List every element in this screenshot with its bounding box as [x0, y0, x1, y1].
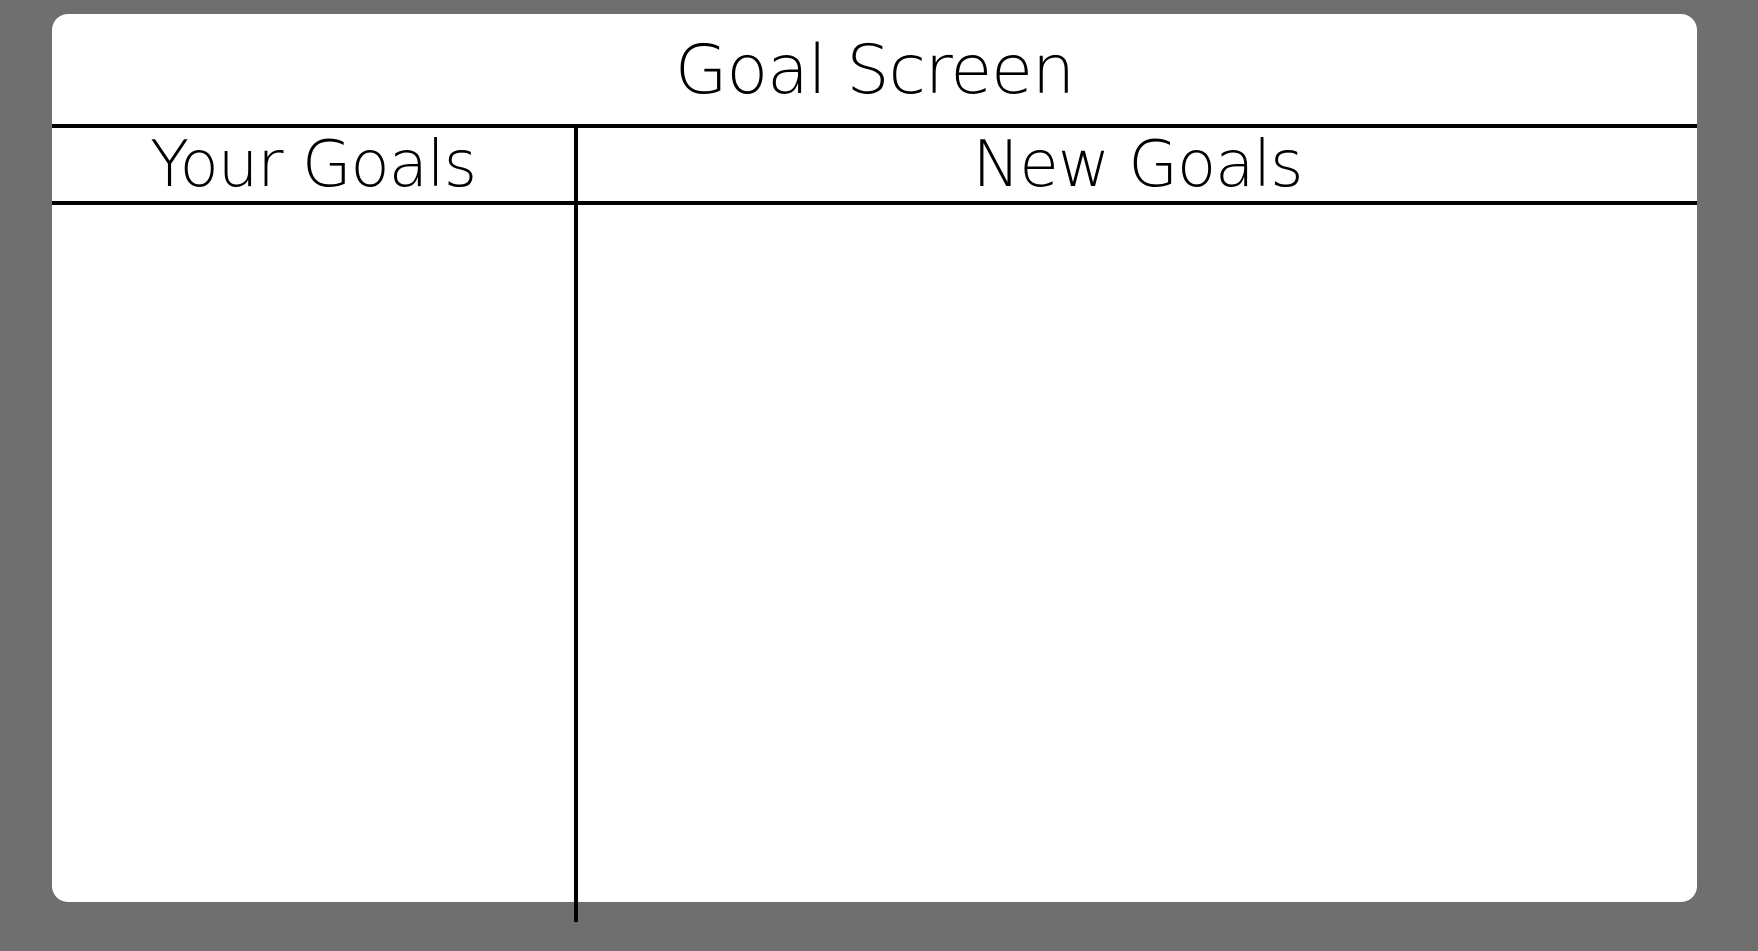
your-goals-list	[52, 205, 574, 902]
your-goals-header: Your Goals	[149, 127, 477, 202]
goal-screen-panel: Goal Screen Your Goals New Goals	[52, 14, 1697, 922]
new-goals-header: New Goals	[972, 127, 1303, 202]
new-goals-list	[578, 205, 1697, 902]
page-title: Goal Screen	[674, 30, 1075, 110]
